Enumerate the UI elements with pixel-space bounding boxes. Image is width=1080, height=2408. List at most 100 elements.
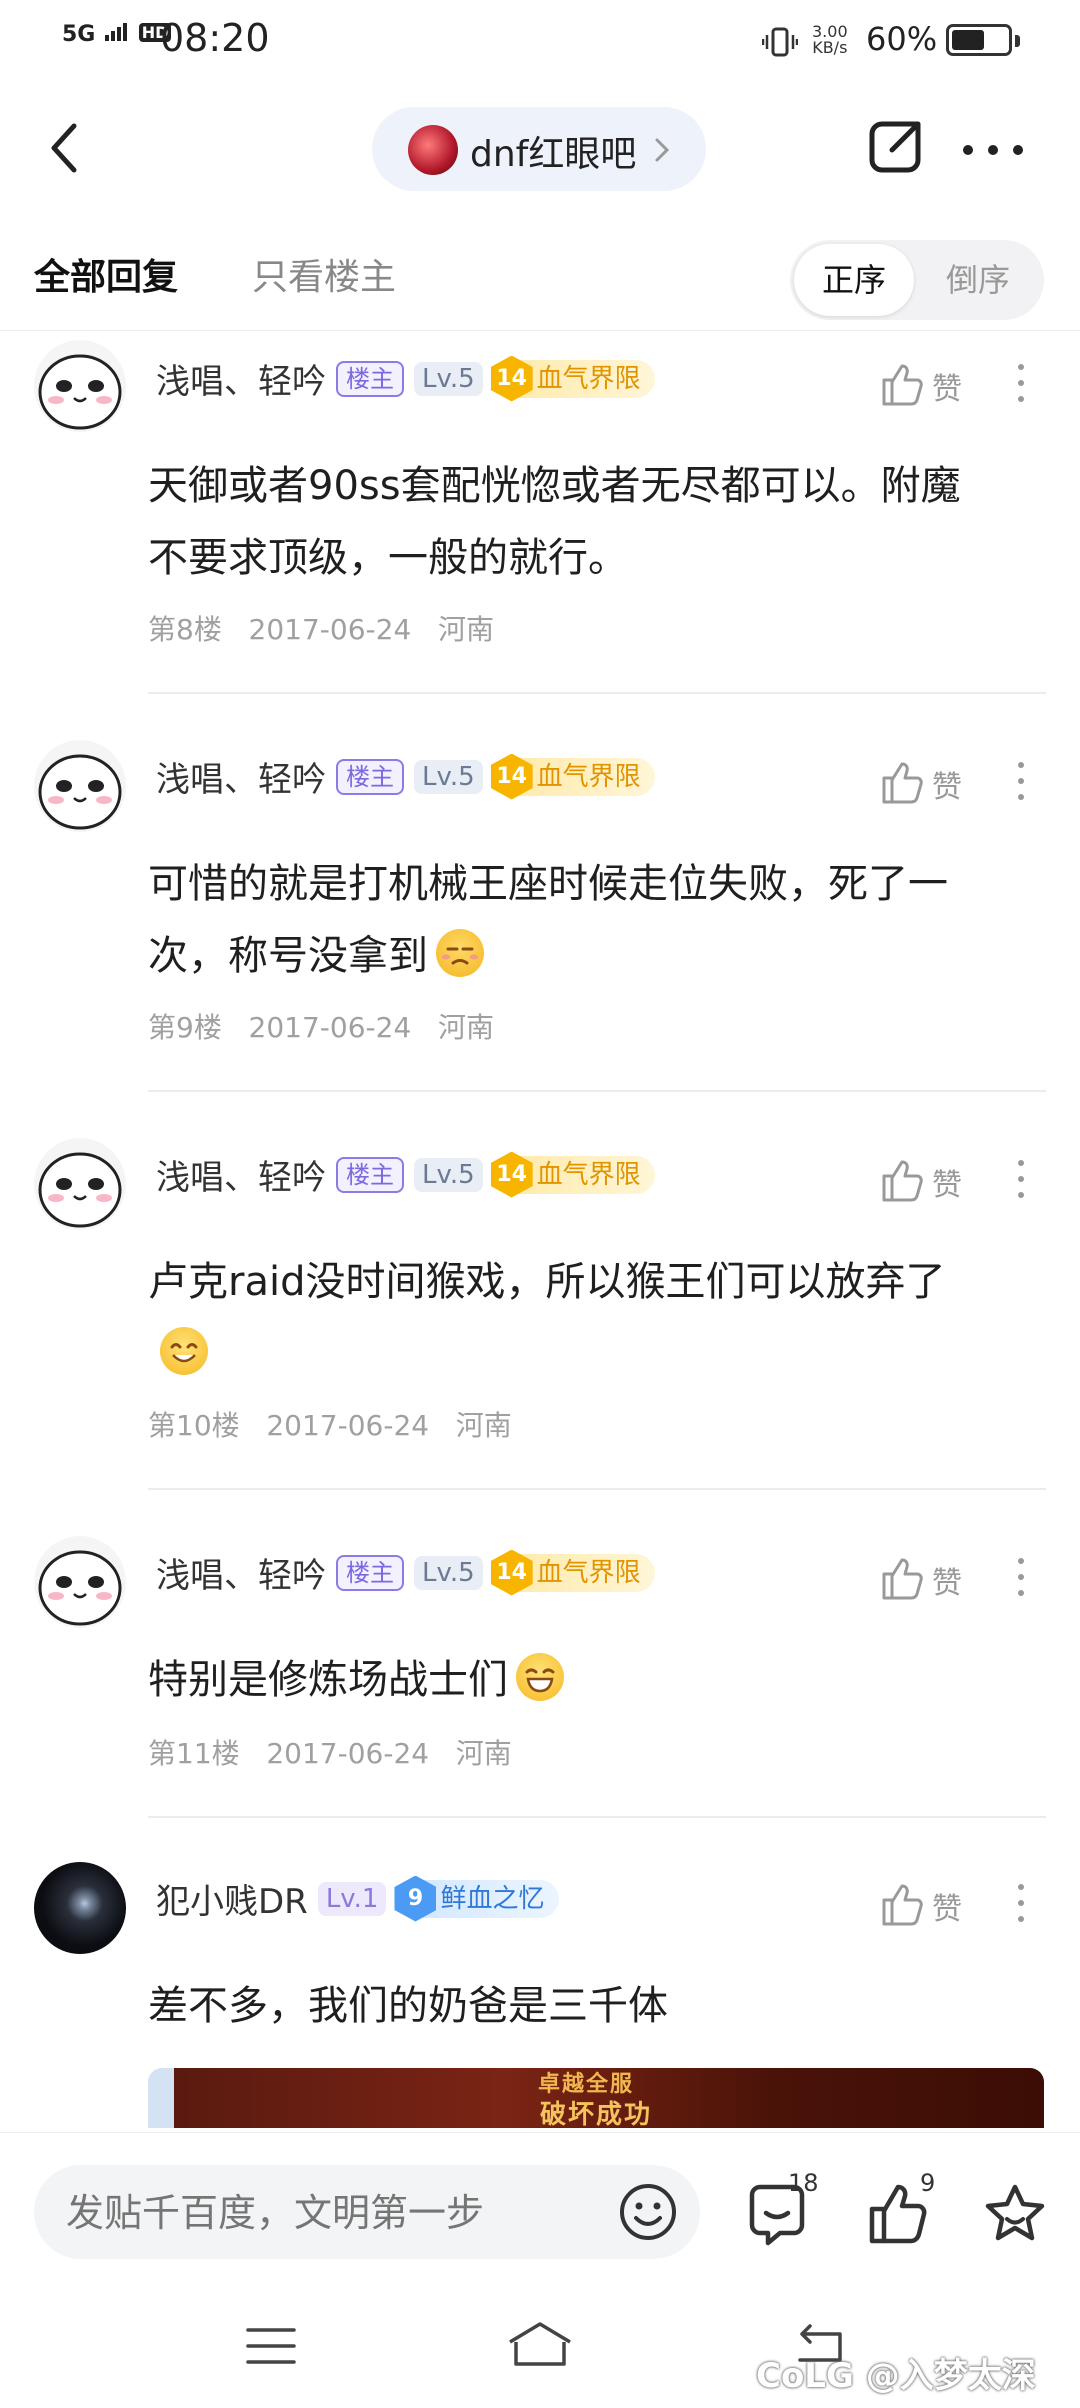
forum-name: dnf红眼吧 [470, 134, 637, 175]
content-line: 卢克raid没时间猴戏，所以猴王们可以放弃了 [148, 1259, 946, 1305]
like-count: 9 [920, 2169, 936, 2197]
home-icon[interactable] [504, 2318, 576, 2370]
owner-badge: 楼主 [336, 758, 404, 795]
reply-input[interactable] [64, 2165, 608, 2261]
post-date: 2017-06-24 [266, 1409, 430, 1442]
username[interactable]: 犯小贱DR [156, 1874, 308, 1923]
post-location: 河南 [437, 613, 494, 646]
clock: 08:20 [160, 16, 270, 60]
title-level: 14 [490, 355, 533, 402]
username[interactable]: 浅唱、轻吟 [156, 1150, 326, 1199]
owner-badge: 楼主 [336, 360, 404, 397]
kebab-menu-icon[interactable] [1010, 758, 1030, 808]
back-icon[interactable] [40, 118, 90, 178]
avatar[interactable] [34, 1138, 126, 1230]
bottom-action-bar: 18 9 [0, 2132, 1080, 2283]
like-label: 赞 [932, 1892, 962, 1927]
net-rate: 3.00 KB/s [812, 24, 848, 56]
content-line: 不要求顶级，一般的就行。 [148, 535, 628, 581]
title-badge: 14 血气界限 [490, 1151, 655, 1198]
grin-emoji-icon [516, 1653, 564, 1701]
comment-button[interactable]: 18 [742, 2169, 832, 2253]
like-button[interactable]: 赞 [878, 1156, 998, 1206]
thumb-up-icon [882, 1884, 923, 1926]
title-level: 14 [490, 1151, 533, 1198]
smile-emoji-icon [160, 1327, 208, 1375]
content-line: 差不多，我们的奶爸是三千体 [148, 1983, 668, 2029]
like-label: 赞 [932, 372, 962, 407]
sort-desc-button[interactable]: 倒序 [916, 244, 1040, 316]
reply-image[interactable]: 卓越全服 破坏成功 [148, 2068, 1044, 2128]
avatar[interactable] [34, 1862, 126, 1954]
star-icon[interactable] [980, 2179, 1050, 2249]
content-line [148, 1318, 1048, 1390]
user-info: 浅唱、轻吟 楼主 Lv.5 14 血气界限 [156, 1150, 655, 1199]
forum-link[interactable]: dnf红眼吧 [372, 107, 706, 191]
reply-content: 特别是修炼场战士们 [148, 1644, 1048, 1716]
content-line: 特别是修炼场战士们 [148, 1644, 1048, 1716]
thumb-up-icon [882, 364, 923, 406]
like-button[interactable]: 赞 [878, 1554, 998, 1604]
level-badge: Lv.5 [414, 1555, 483, 1590]
kebab-menu-icon[interactable] [1010, 1156, 1030, 1206]
title-name: 血气界限 [536, 1159, 641, 1190]
reply-content: 卢克raid没时间猴戏，所以猴王们可以放弃了 [148, 1246, 1048, 1390]
thumb-up-icon [882, 1160, 923, 1202]
kebab-menu-icon[interactable] [1010, 1880, 1030, 1930]
like-button[interactable]: 赞 [878, 1880, 998, 1930]
title-level: 9 [394, 1875, 437, 1922]
title-badge: 14 血气界限 [490, 753, 655, 800]
title-level: 14 [490, 1549, 533, 1596]
kebab-menu-icon[interactable] [1010, 360, 1030, 410]
floor-number: 第9楼 [148, 1011, 222, 1044]
divider [0, 330, 1080, 331]
reply-content: 天御或者90ss套配恍惚或者无尽都可以。附魔 不要求顶级，一般的就行。 [148, 450, 1048, 594]
signal-label: 5G [62, 22, 96, 47]
tab-owner-only[interactable]: 只看楼主 [252, 248, 396, 300]
emoji-icon[interactable] [618, 2182, 678, 2242]
post-location: 河南 [455, 1737, 512, 1770]
like-label: 赞 [932, 1566, 962, 1601]
title-name: 鲜血之忆 [440, 1883, 545, 1914]
status-bar: 5G HD 08:20 3.00 KB/s 60% [0, 0, 1080, 84]
kebab-menu-icon[interactable] [1010, 1554, 1030, 1604]
title-name: 血气界限 [536, 761, 641, 792]
watermark: CoLG @入梦太深 [756, 2356, 1036, 2396]
username[interactable]: 浅唱、轻吟 [156, 1548, 326, 1597]
more-icon[interactable] [958, 130, 1028, 170]
post-date: 2017-06-24 [266, 1737, 430, 1770]
battery-icon [946, 24, 1020, 56]
battery-fill [952, 30, 984, 50]
avatar[interactable] [34, 340, 126, 432]
reply-meta: 第8楼 2017-06-24 河南 [148, 608, 494, 648]
post-location: 河南 [437, 1011, 494, 1044]
user-info: 浅唱、轻吟 楼主 Lv.5 14 血气界限 [156, 1548, 655, 1597]
like-button[interactable]: 赞 [878, 758, 998, 808]
divider [148, 692, 1046, 694]
tab-all-replies[interactable]: 全部回复 [34, 248, 178, 300]
like-button[interactable]: 赞 [878, 360, 998, 410]
reply-input-container[interactable] [34, 2165, 700, 2261]
reply-meta: 第9楼 2017-06-24 河南 [148, 1006, 494, 1046]
title-name: 血气界限 [536, 1557, 641, 1588]
menu-icon[interactable] [244, 2324, 298, 2368]
post-date: 2017-06-24 [248, 1011, 412, 1044]
floor-number: 第10楼 [148, 1409, 240, 1442]
forum-avatar [408, 125, 458, 175]
username[interactable]: 浅唱、轻吟 [156, 354, 326, 403]
chevron-right-icon [655, 138, 670, 162]
share-icon[interactable] [864, 116, 926, 178]
vibrate-icon [762, 27, 798, 57]
reply-content: 差不多，我们的奶爸是三千体 [148, 1970, 1048, 2042]
username[interactable]: 浅唱、轻吟 [156, 752, 326, 801]
annoyed-emoji-icon [436, 929, 484, 977]
battery-tip [1015, 35, 1020, 47]
title-level: 14 [490, 753, 533, 800]
content-line: 天御或者90ss套配恍惚或者无尽都可以。附魔 [148, 463, 961, 509]
sort-asc-button[interactable]: 正序 [794, 244, 914, 316]
avatar[interactable] [34, 740, 126, 832]
owner-badge: 楼主 [336, 1554, 404, 1591]
avatar[interactable] [34, 1536, 126, 1628]
title-name: 血气界限 [536, 363, 641, 394]
like-post-button[interactable]: 9 [864, 2169, 954, 2253]
